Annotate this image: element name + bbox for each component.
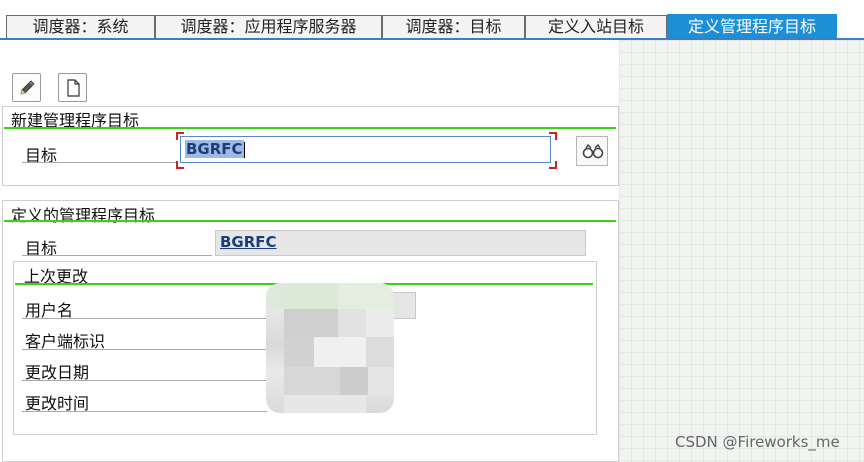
tab-bar: 调度器：系统 调度器：应用程序服务器 调度器：目标 定义入站目标 定义管理程序目…	[0, 0, 864, 52]
label-underline	[22, 162, 177, 163]
tab-define-supervisor-destination[interactable]: 定义管理程序目标	[667, 14, 837, 39]
focus-corner	[176, 161, 184, 169]
watermark: CSDN @Fireworks_me	[675, 433, 840, 451]
label-underline	[22, 411, 267, 412]
background-grid	[619, 40, 864, 462]
label-underline	[22, 349, 267, 350]
binoculars-icon	[582, 143, 604, 159]
defined-target-value: BGRFC	[215, 230, 586, 256]
tab-define-inbound-destination[interactable]: 定义入站目标	[525, 15, 667, 38]
focus-corner	[549, 132, 557, 140]
label-underline	[22, 318, 267, 319]
redacted-area	[266, 283, 394, 413]
label-underline	[22, 380, 267, 381]
new-document-button[interactable]	[58, 73, 87, 102]
tab-scheduler-app-server[interactable]: 调度器：应用程序服务器	[155, 15, 382, 38]
tab-scheduler-destination[interactable]: 调度器：目标	[382, 15, 525, 38]
search-target-button[interactable]	[576, 136, 608, 166]
focus-corner	[549, 161, 557, 169]
target-input[interactable]: BGRFC	[180, 136, 551, 163]
tab-scheduler-system[interactable]: 调度器：系统	[6, 15, 155, 38]
document-icon	[67, 79, 80, 97]
defined-destination-title: 定义的管理程序目标	[11, 206, 156, 225]
section-underline	[4, 127, 616, 129]
edit-button[interactable]	[12, 73, 41, 102]
focus-corner	[176, 132, 184, 140]
label-underline	[22, 255, 212, 256]
pencil-icon	[20, 80, 35, 95]
section-underline	[4, 220, 616, 222]
tab-underline	[0, 38, 864, 40]
